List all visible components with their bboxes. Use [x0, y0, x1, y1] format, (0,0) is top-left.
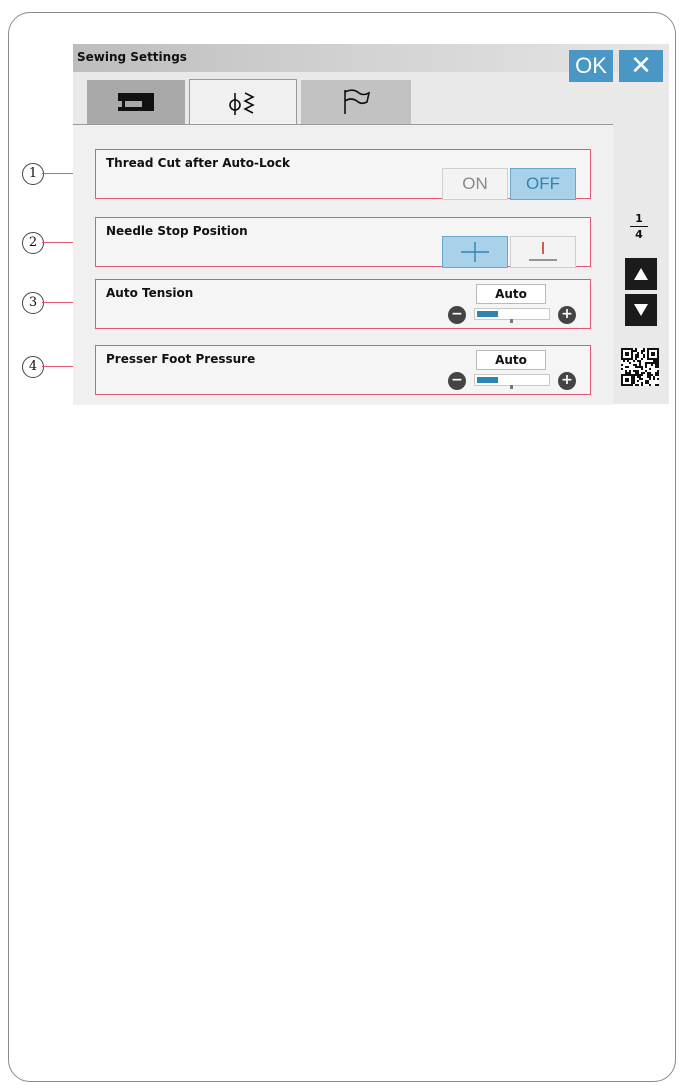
- setting-row-needle-stop: Needle Stop Position: [95, 217, 591, 268]
- setting-label: Needle Stop Position: [106, 224, 248, 238]
- stitch-icon: [229, 91, 255, 115]
- callout-4: 4: [22, 356, 44, 378]
- needle-down-button[interactable]: [442, 236, 508, 268]
- slider-fill: [477, 377, 498, 383]
- sewing-machine-icon: [118, 93, 154, 111]
- setting-row-presser-foot: Presser Foot Pressure Auto − +: [95, 345, 591, 395]
- page-total: 4: [635, 228, 643, 241]
- close-icon: ✕: [630, 51, 652, 81]
- setting-label: Auto Tension: [106, 286, 194, 300]
- minus-icon: −: [451, 372, 463, 388]
- slider-marker: [510, 319, 513, 323]
- callout-3: 3: [22, 292, 44, 314]
- close-button[interactable]: ✕: [619, 50, 663, 82]
- page-current: 1: [635, 212, 643, 225]
- triangle-up-icon: [634, 268, 648, 280]
- tab-machine-settings[interactable]: [87, 80, 185, 124]
- value-display: Auto: [476, 350, 546, 370]
- tab-stitch-settings[interactable]: [189, 79, 297, 125]
- decrease-button[interactable]: −: [448, 306, 466, 324]
- triangle-down-icon: [634, 304, 648, 316]
- slider-fill: [477, 311, 498, 317]
- decrease-button[interactable]: −: [448, 372, 466, 390]
- increase-button[interactable]: +: [558, 306, 576, 324]
- flag-icon: [344, 89, 371, 114]
- value-display: Auto: [476, 284, 546, 304]
- tab-language-settings[interactable]: [301, 80, 411, 124]
- toggle-off-button[interactable]: OFF: [510, 168, 576, 200]
- needle-down-icon: [461, 242, 489, 262]
- qr-code-icon[interactable]: [621, 348, 659, 386]
- window-title: Sewing Settings: [77, 50, 187, 64]
- needle-up-icon: [529, 242, 557, 261]
- setting-label: Presser Foot Pressure: [106, 352, 256, 366]
- tension-slider[interactable]: [474, 308, 550, 323]
- page-down-button[interactable]: [625, 294, 657, 326]
- setting-row-auto-tension: Auto Tension Auto − +: [95, 279, 591, 329]
- setting-label: Thread Cut after Auto-Lock: [106, 156, 290, 170]
- callout-2: 2: [22, 232, 44, 254]
- increase-button[interactable]: +: [558, 372, 576, 390]
- page-indicator: 1 4: [621, 212, 657, 241]
- slider-marker: [510, 385, 513, 389]
- page-up-button[interactable]: [625, 258, 657, 290]
- settings-panel: Thread Cut after Auto-Lock ON OFF Needle…: [73, 124, 613, 405]
- needle-up-button[interactable]: [510, 236, 576, 268]
- page-divider: [630, 226, 648, 227]
- toggle-on-button[interactable]: ON: [442, 168, 508, 200]
- plus-icon: +: [561, 306, 573, 322]
- callout-1: 1: [22, 163, 44, 185]
- pressure-slider[interactable]: [474, 374, 550, 389]
- minus-icon: −: [451, 306, 463, 322]
- plus-icon: +: [561, 372, 573, 388]
- ok-button[interactable]: OK: [569, 50, 613, 82]
- settings-screen: Sewing Settings OK ✕ Thread Cut after Au…: [73, 44, 669, 405]
- setting-row-thread-cut: Thread Cut after Auto-Lock ON OFF: [95, 149, 591, 200]
